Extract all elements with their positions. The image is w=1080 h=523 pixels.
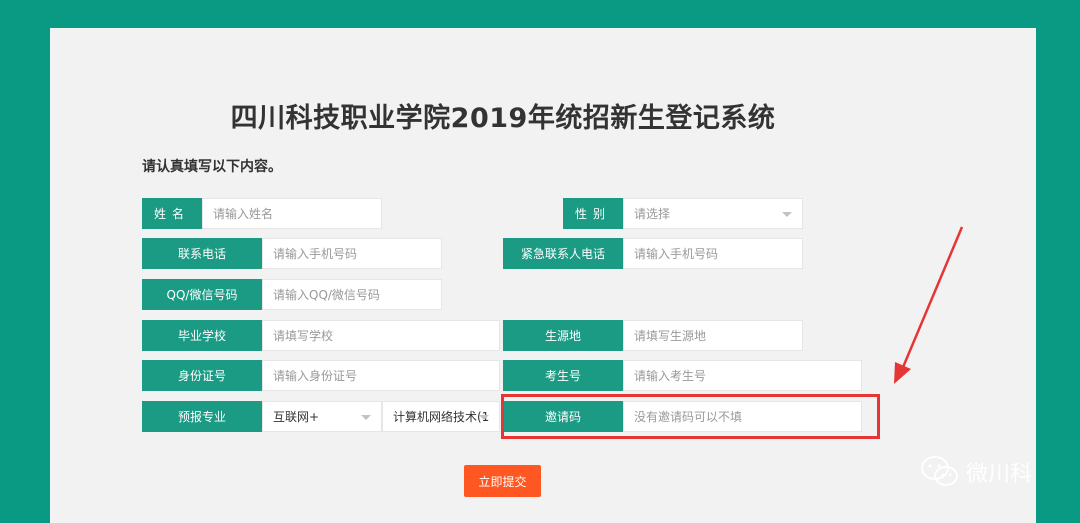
annotation-arrow-icon bbox=[894, 226, 964, 384]
qq-input[interactable]: 请输入QQ/微信号码 bbox=[262, 279, 442, 310]
major-category-select[interactable]: 互联网+ bbox=[262, 401, 382, 432]
phone-label: 联系电话 bbox=[142, 238, 262, 269]
major-value: 计算机网络技术(1 bbox=[393, 410, 490, 424]
id-number-label: 身份证号 bbox=[142, 360, 262, 391]
chevron-down-icon bbox=[782, 212, 792, 217]
emergency-phone-input[interactable]: 请输入手机号码 bbox=[623, 238, 803, 269]
major-label: 预报专业 bbox=[142, 401, 262, 432]
form-instruction: 请认真填写以下内容。 bbox=[142, 159, 282, 175]
exam-number-input[interactable]: 请输入考生号 bbox=[623, 360, 862, 391]
wechat-icon bbox=[921, 456, 958, 486]
school-input[interactable]: 请填写学校 bbox=[262, 320, 500, 351]
invite-code-highlight-box bbox=[501, 394, 880, 439]
origin-input[interactable]: 请填写生源地 bbox=[623, 320, 803, 351]
phone-input[interactable]: 请输入手机号码 bbox=[262, 238, 442, 269]
name-input[interactable]: 请输入姓名 bbox=[202, 198, 382, 229]
chevron-down-icon bbox=[361, 415, 371, 420]
watermark: 微川科 bbox=[920, 455, 1032, 489]
watermark-text: 微川科 bbox=[966, 462, 1033, 487]
school-label: 毕业学校 bbox=[142, 320, 262, 351]
gender-label: 性别 bbox=[563, 198, 623, 229]
id-number-input[interactable]: 请输入身份证号 bbox=[262, 360, 500, 391]
major-category-value: 互联网+ bbox=[273, 410, 320, 424]
origin-label: 生源地 bbox=[503, 320, 623, 351]
emergency-phone-label: 紧急联系人电话 bbox=[503, 238, 623, 269]
gender-select[interactable]: 请选择 bbox=[623, 198, 803, 229]
qq-label: QQ/微信号码 bbox=[142, 279, 262, 310]
exam-number-label: 考生号 bbox=[503, 360, 623, 391]
chevron-down-icon bbox=[479, 415, 489, 420]
major-select[interactable]: 计算机网络技术(1 bbox=[382, 401, 500, 432]
gender-select-value: 请选择 bbox=[634, 207, 671, 221]
page-title: 四川科技职业学院2019年统招新生登记系统 bbox=[230, 103, 776, 134]
submit-button[interactable]: 立即提交 bbox=[464, 465, 541, 497]
name-label: 姓名 bbox=[142, 198, 202, 229]
